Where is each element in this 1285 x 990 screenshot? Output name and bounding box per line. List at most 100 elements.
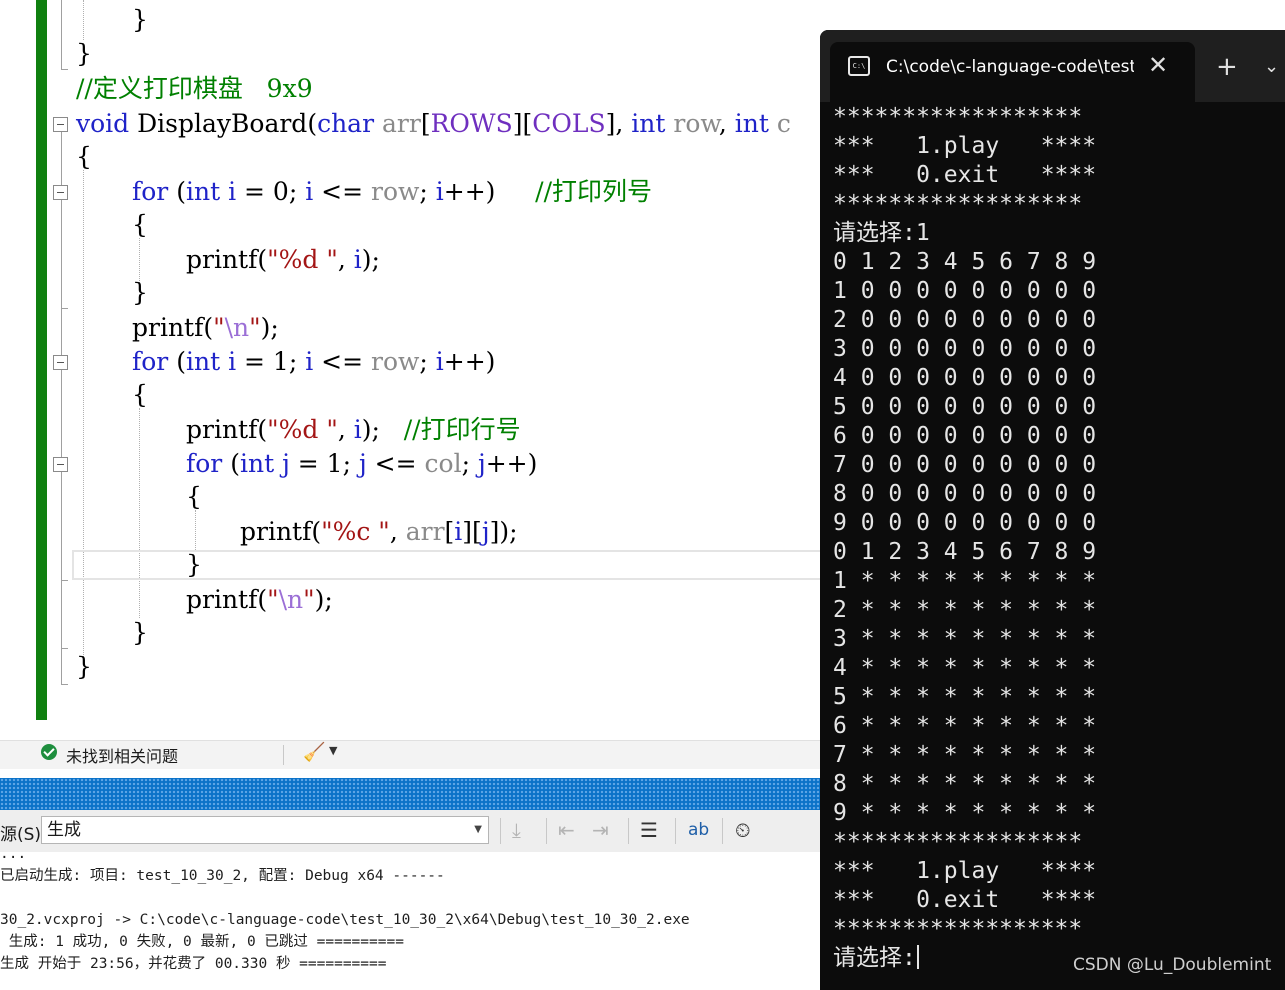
issues-status-text[interactable]: 未找到相关问题 [66, 743, 178, 767]
code-line[interactable]: { [76, 140, 92, 174]
collapse-for-button[interactable] [53, 457, 68, 472]
terminal-line-text: 7 * * * * * * * * * [833, 742, 1097, 768]
code-line[interactable]: { [186, 480, 202, 514]
terminal-line-text: 9 * * * * * * * * * [833, 800, 1097, 826]
terminal-line: 2 * * * * * * * * * [833, 596, 1096, 625]
code-token: printf( [132, 313, 214, 342]
previous-message-icon[interactable]: ⇤ [558, 818, 575, 842]
code-token: { [186, 482, 202, 511]
code-line[interactable]: for (int i = 1; i <= row; i++) [132, 345, 495, 379]
code-line[interactable]: printf("%d ", i); //打印行号 [186, 413, 521, 447]
code-token: j [282, 449, 290, 478]
code-line[interactable]: { [132, 378, 148, 412]
terminal-line-text: 9 0 0 0 0 0 0 0 0 0 [833, 510, 1097, 536]
code-line[interactable]: printf("%c ", arr[i][j]); [240, 515, 518, 549]
terminal-line-text: ****************** [833, 829, 1083, 855]
terminal-line: 5 * * * * * * * * * [833, 683, 1096, 712]
collapse-for-button[interactable] [53, 355, 68, 370]
code-token: ][ [512, 109, 533, 138]
code-token: int [239, 449, 275, 478]
code-line[interactable]: for (int j = 1; j <= col; j++) [186, 447, 537, 481]
output-source-label: 源(S): [0, 825, 47, 845]
code-token: int [185, 177, 221, 206]
code-token: //定义打印棋盘 9x9 [76, 74, 313, 103]
code-cleanup-icon[interactable]: 🧹 [303, 742, 325, 763]
code-token: } [132, 278, 148, 307]
terminal-line-text: 2 * * * * * * * * * [833, 597, 1097, 623]
chevron-down-icon[interactable]: ▼ [329, 744, 337, 757]
code-token: = 1; [289, 449, 359, 478]
code-token: "%c " [321, 517, 390, 546]
watermark-text: CSDN @Lu_Doublemint [1073, 955, 1272, 975]
output-panel-titlebar[interactable] [0, 778, 820, 810]
code-line[interactable]: { [132, 208, 148, 242]
terminal-line-text: 8 0 0 0 0 0 0 0 0 0 [833, 481, 1097, 507]
terminal-tab[interactable]: C:\ C:\code\c-language-code\test_10_30_2… [830, 42, 1195, 102]
code-line[interactable]: } [76, 650, 92, 684]
code-line[interactable]: printf("\n"); [132, 311, 279, 345]
chevron-down-icon[interactable]: ⌄ [1264, 52, 1279, 82]
terminal-line: 请选择: [833, 944, 919, 973]
terminal-line-text: 6 0 0 0 0 0 0 0 0 0 [833, 423, 1097, 449]
terminal-line-text: 1 * * * * * * * * * [833, 568, 1097, 594]
code-line[interactable]: //定义打印棋盘 9x9 [76, 72, 313, 106]
code-line[interactable]: } [132, 276, 148, 310]
chevron-down-icon[interactable]: ▼ [474, 817, 482, 843]
terminal-line: 6 0 0 0 0 0 0 0 0 0 [833, 422, 1096, 451]
terminal-line-text: *** 0.exit **** [833, 887, 1097, 913]
next-message-icon[interactable]: ⇥ [592, 818, 609, 842]
code-token: ( [168, 177, 186, 206]
output-text-area[interactable]: ... 已启动生成: 项目: test_10_30_2, 配置: Debug x6… [0, 852, 820, 985]
terminal-line: 4 * * * * * * * * * [833, 654, 1096, 683]
code-token: //打印列号 [535, 177, 653, 206]
outline-hook [61, 684, 68, 685]
collapse-function-button[interactable] [53, 117, 68, 132]
code-line[interactable]: void DisplayBoard(char arr[ROWS][COLS], … [76, 107, 791, 141]
terminal-line: 2 0 0 0 0 0 0 0 0 0 [833, 306, 1096, 335]
terminal-output[interactable]: ****************** *** 1.play **** *** 0.e… [833, 102, 1285, 990]
code-token: { [132, 380, 148, 409]
code-token: int [734, 109, 769, 138]
code-editor[interactable]: }} //定义打印棋盘 9x9 void DisplayBoard(char arr… [0, 0, 820, 740]
code-token: [ [420, 109, 431, 138]
code-token: printf( [186, 415, 268, 444]
collapse-for-button[interactable] [53, 185, 68, 200]
code-token: int [185, 347, 221, 376]
code-token: j [358, 449, 367, 478]
terminal-line-text: *** 1.play **** [833, 858, 1097, 884]
code-line[interactable]: printf("\n"); [186, 583, 333, 617]
goto-message-icon[interactable]: ⤓ [512, 818, 521, 842]
close-icon[interactable]: ✕ [1148, 50, 1168, 80]
terminal-line: 1 * * * * * * * * * [833, 567, 1096, 596]
terminal-line-text: 3 * * * * * * * * * [833, 626, 1097, 652]
terminal-line: *** 0.exit **** [833, 886, 1096, 915]
code-line[interactable]: } [132, 616, 148, 650]
word-wrap-icon[interactable]: ab [688, 818, 709, 842]
code-token: ); [260, 313, 279, 342]
code-line[interactable]: printf("%d ", i); [186, 243, 380, 277]
code-token: "%d " [267, 415, 338, 444]
code-token: row [371, 177, 420, 206]
clock-icon[interactable]: ⏲ [735, 818, 751, 842]
code-token: arr [405, 517, 445, 546]
terminal-line-text: 5 * * * * * * * * * [833, 684, 1097, 710]
output-line: 生成 开始于 23:56，并花费了 00.330 秒 ========== [0, 956, 387, 972]
code-line[interactable]: for (int i = 0; i <= row; i++) //打印列号 [132, 175, 652, 209]
code-token: col [424, 449, 462, 478]
code-line[interactable]: } [76, 37, 92, 71]
terminal-line: ****************** [833, 190, 1082, 219]
code-line[interactable]: } [132, 3, 148, 37]
clear-all-icon[interactable]: ☰ [640, 818, 658, 842]
code-token: ; [461, 449, 478, 478]
output-source-select[interactable]: 生成 ▼ [41, 816, 489, 844]
terminal-line: 请选择:1 [833, 219, 930, 248]
code-token: " [303, 585, 315, 614]
code-token: ); [361, 415, 404, 444]
terminal-window[interactable]: C:\ C:\code\c-language-code\test_10_30_2… [820, 30, 1285, 990]
code-token: "%d " [267, 245, 338, 274]
code-line[interactable]: } [186, 548, 202, 582]
new-tab-plus-icon[interactable]: + [1216, 52, 1238, 82]
terminal-line: 8 * * * * * * * * * [833, 770, 1096, 799]
